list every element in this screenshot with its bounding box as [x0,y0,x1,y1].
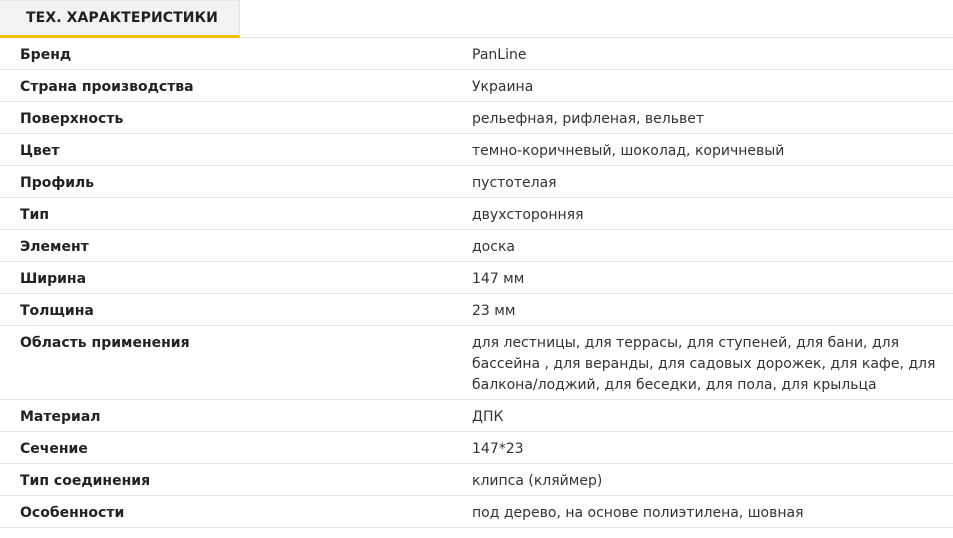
spec-label: Элемент [20,239,89,255]
spec-label: Профиль [20,175,95,191]
spec-row-brand: Бренд PanLine [0,38,953,70]
spec-label: Цвет [20,143,60,159]
spec-value: Украина [472,79,534,95]
spec-row-surface: Поверхность рельефная, рифленая, вельвет [0,102,953,134]
spec-label: Страна производства [20,79,194,95]
spec-label: Толщина [20,303,94,319]
spec-label: Тип [20,207,50,223]
spec-row-element: Элемент доска [0,230,953,262]
spec-table: Бренд PanLine Страна производства Украин… [0,38,953,528]
spec-row-profile: Профиль пустотелая [0,166,953,198]
spec-tabs: ТЕХ. ХАРАКТЕРИСТИКИ [0,0,953,38]
tab-tech-specs[interactable]: ТЕХ. ХАРАКТЕРИСТИКИ [0,0,240,38]
spec-value: двухсторонняя [472,207,584,223]
spec-label: Материал [20,409,101,425]
spec-value: ДПК [472,409,504,425]
spec-label: Поверхность [20,111,124,127]
spec-row-material: Материал ДПК [0,400,953,432]
spec-value: 147 мм [472,271,525,287]
spec-label: Тип соединения [20,473,151,489]
spec-row-application: Область применения для лестницы, для тер… [0,326,953,400]
spec-value: PanLine [472,47,527,63]
spec-label: Область применения [20,335,190,351]
spec-row-width: Ширина 147 мм [0,262,953,294]
spec-row-features: Особенности под дерево, на основе полиэт… [0,496,953,528]
spec-row-color: Цвет темно-коричневый, шоколад, коричнев… [0,134,953,166]
spec-value: темно-коричневый, шоколад, коричневый [472,143,785,159]
spec-row-country: Страна производства Украина [0,70,953,102]
spec-label: Сечение [20,441,88,457]
spec-value: 23 мм [472,303,516,319]
spec-value: пустотелая [472,175,557,191]
spec-label: Ширина [20,271,87,287]
spec-row-section: Сечение 147*23 [0,432,953,464]
spec-label: Бренд [20,47,72,63]
spec-row-thickness: Толщина 23 мм [0,294,953,326]
spec-value: клипса (кляймер) [472,473,603,489]
spec-value: для лестницы, для террасы, для ступеней,… [472,335,936,393]
spec-row-connection-type: Тип соединения клипса (кляймер) [0,464,953,496]
spec-row-type: Тип двухсторонняя [0,198,953,230]
spec-value: под дерево, на основе полиэтилена, шовна… [472,505,804,521]
spec-value: 147*23 [472,441,524,457]
spec-label: Особенности [20,505,125,521]
spec-value: доска [472,239,515,255]
spec-value: рельефная, рифленая, вельвет [472,111,704,127]
